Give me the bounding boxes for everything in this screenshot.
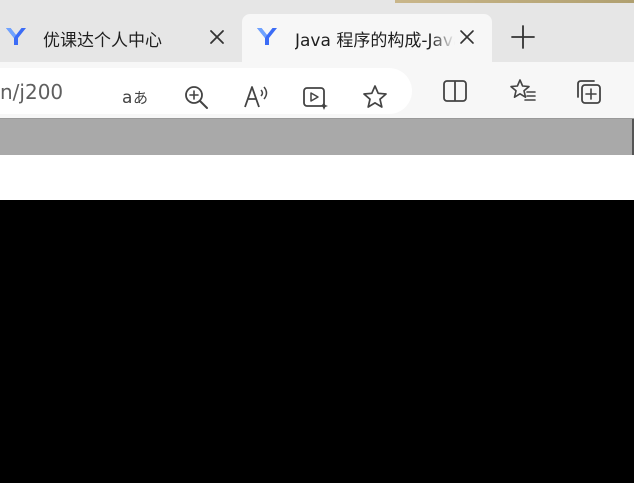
page-content-area (0, 200, 634, 483)
tab-youkeda-profile[interactable]: 优课达个人中心 (0, 14, 238, 62)
favorites-list-icon[interactable] (509, 78, 536, 104)
tab-java-program-structure[interactable]: Java 程序的构成-Java (242, 14, 492, 62)
tab-title: Java 程序的构成-Java (295, 31, 455, 51)
favorite-star-icon[interactable] (362, 84, 388, 110)
svg-text:あ: あ (133, 89, 148, 107)
svg-text:a: a (122, 88, 132, 108)
zoom-in-icon[interactable] (183, 84, 209, 110)
split-screen-icon[interactable] (442, 78, 468, 104)
read-aloud-translate-icon[interactable]: a あ (122, 84, 148, 110)
page-header-strip (0, 118, 634, 155)
new-tab-plus-icon[interactable] (510, 24, 536, 50)
tab-strip: 优课达个人中心 Java 程序的构成-Java (0, 0, 634, 62)
youkeda-logo-icon (4, 24, 28, 48)
address-bar[interactable]: n/j200 a あ (0, 68, 412, 114)
page-white-band (0, 155, 634, 200)
close-icon[interactable] (208, 28, 226, 46)
tab-title: 优课达个人中心 (43, 31, 162, 51)
close-icon[interactable] (458, 28, 476, 46)
read-aloud-icon[interactable] (243, 84, 269, 110)
window-top-accent (395, 0, 634, 3)
browser-toolbar: n/j200 a あ (0, 62, 634, 118)
collections-icon[interactable] (575, 78, 601, 104)
youkeda-logo-icon (255, 24, 279, 48)
video-enhance-icon[interactable] (302, 84, 328, 110)
url-text[interactable]: n/j200 (0, 80, 63, 104)
